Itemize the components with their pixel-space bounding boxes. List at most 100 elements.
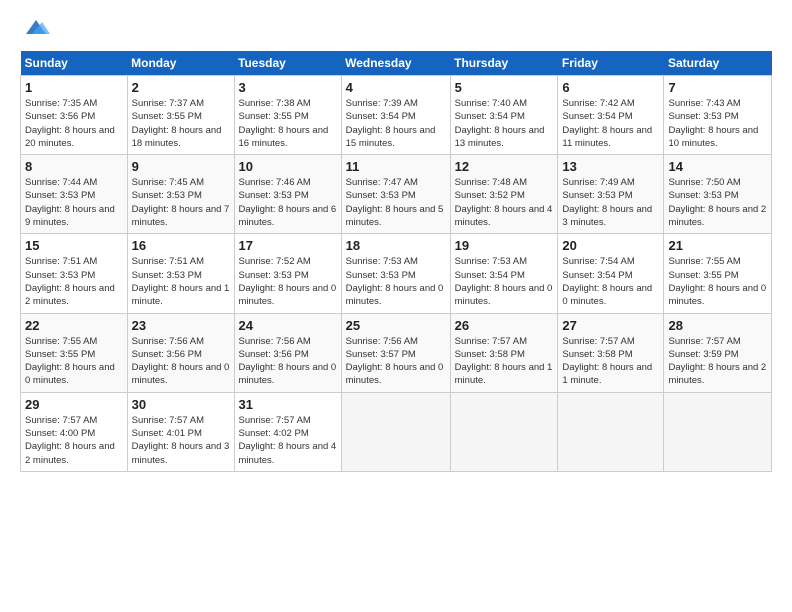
day-info: Sunrise: 7:43 AMSunset: 3:53 PMDaylight:… xyxy=(668,97,767,150)
calendar-week-row: 15 Sunrise: 7:51 AMSunset: 3:53 PMDaylig… xyxy=(21,234,772,313)
day-info: Sunrise: 7:55 AMSunset: 3:55 PMDaylight:… xyxy=(668,255,767,308)
day-info: Sunrise: 7:53 AMSunset: 3:54 PMDaylight:… xyxy=(455,255,554,308)
calendar-day-cell: 27 Sunrise: 7:57 AMSunset: 3:58 PMDaylig… xyxy=(558,313,664,392)
calendar-day-cell: 21 Sunrise: 7:55 AMSunset: 3:55 PMDaylig… xyxy=(664,234,772,313)
calendar-day-cell: 5 Sunrise: 7:40 AMSunset: 3:54 PMDayligh… xyxy=(450,76,558,155)
day-info: Sunrise: 7:57 AMSunset: 4:00 PMDaylight:… xyxy=(25,414,123,467)
day-number: 16 xyxy=(132,238,230,253)
day-number: 8 xyxy=(25,159,123,174)
day-number: 31 xyxy=(239,397,337,412)
calendar-day-cell: 28 Sunrise: 7:57 AMSunset: 3:59 PMDaylig… xyxy=(664,313,772,392)
calendar-day-cell: 23 Sunrise: 7:56 AMSunset: 3:56 PMDaylig… xyxy=(127,313,234,392)
day-info: Sunrise: 7:55 AMSunset: 3:55 PMDaylight:… xyxy=(25,335,123,388)
calendar-day-cell: 29 Sunrise: 7:57 AMSunset: 4:00 PMDaylig… xyxy=(21,392,128,471)
weekday-header-cell: Thursday xyxy=(450,51,558,76)
day-info: Sunrise: 7:39 AMSunset: 3:54 PMDaylight:… xyxy=(346,97,446,150)
day-number: 6 xyxy=(562,80,659,95)
day-number: 21 xyxy=(668,238,767,253)
day-number: 11 xyxy=(346,159,446,174)
page-header xyxy=(20,16,772,43)
day-info: Sunrise: 7:51 AMSunset: 3:53 PMDaylight:… xyxy=(25,255,123,308)
calendar-table: SundayMondayTuesdayWednesdayThursdayFrid… xyxy=(20,51,772,472)
day-number: 25 xyxy=(346,318,446,333)
calendar-day-cell: 10 Sunrise: 7:46 AMSunset: 3:53 PMDaylig… xyxy=(234,155,341,234)
day-info: Sunrise: 7:40 AMSunset: 3:54 PMDaylight:… xyxy=(455,97,554,150)
day-info: Sunrise: 7:56 AMSunset: 3:56 PMDaylight:… xyxy=(132,335,230,388)
calendar-day-cell xyxy=(558,392,664,471)
weekday-header-cell: Friday xyxy=(558,51,664,76)
calendar-day-cell xyxy=(450,392,558,471)
day-info: Sunrise: 7:57 AMSunset: 4:01 PMDaylight:… xyxy=(132,414,230,467)
calendar-week-row: 1 Sunrise: 7:35 AMSunset: 3:56 PMDayligh… xyxy=(21,76,772,155)
logo-icon xyxy=(22,16,50,38)
calendar-day-cell: 13 Sunrise: 7:49 AMSunset: 3:53 PMDaylig… xyxy=(558,155,664,234)
day-info: Sunrise: 7:35 AMSunset: 3:56 PMDaylight:… xyxy=(25,97,123,150)
day-number: 19 xyxy=(455,238,554,253)
calendar-day-cell: 17 Sunrise: 7:52 AMSunset: 3:53 PMDaylig… xyxy=(234,234,341,313)
calendar-day-cell: 15 Sunrise: 7:51 AMSunset: 3:53 PMDaylig… xyxy=(21,234,128,313)
day-number: 12 xyxy=(455,159,554,174)
weekday-header-cell: Saturday xyxy=(664,51,772,76)
day-info: Sunrise: 7:54 AMSunset: 3:54 PMDaylight:… xyxy=(562,255,659,308)
calendar-day-cell: 24 Sunrise: 7:56 AMSunset: 3:56 PMDaylig… xyxy=(234,313,341,392)
day-number: 28 xyxy=(668,318,767,333)
day-number: 10 xyxy=(239,159,337,174)
calendar-week-row: 22 Sunrise: 7:55 AMSunset: 3:55 PMDaylig… xyxy=(21,313,772,392)
calendar-day-cell: 19 Sunrise: 7:53 AMSunset: 3:54 PMDaylig… xyxy=(450,234,558,313)
day-info: Sunrise: 7:57 AMSunset: 4:02 PMDaylight:… xyxy=(239,414,337,467)
day-number: 7 xyxy=(668,80,767,95)
day-info: Sunrise: 7:57 AMSunset: 3:58 PMDaylight:… xyxy=(562,335,659,388)
day-info: Sunrise: 7:57 AMSunset: 3:58 PMDaylight:… xyxy=(455,335,554,388)
weekday-header-cell: Wednesday xyxy=(341,51,450,76)
day-info: Sunrise: 7:48 AMSunset: 3:52 PMDaylight:… xyxy=(455,176,554,229)
day-number: 13 xyxy=(562,159,659,174)
calendar-day-cell: 25 Sunrise: 7:56 AMSunset: 3:57 PMDaylig… xyxy=(341,313,450,392)
day-info: Sunrise: 7:46 AMSunset: 3:53 PMDaylight:… xyxy=(239,176,337,229)
calendar-day-cell: 6 Sunrise: 7:42 AMSunset: 3:54 PMDayligh… xyxy=(558,76,664,155)
calendar-day-cell xyxy=(664,392,772,471)
day-info: Sunrise: 7:50 AMSunset: 3:53 PMDaylight:… xyxy=(668,176,767,229)
calendar-day-cell: 2 Sunrise: 7:37 AMSunset: 3:55 PMDayligh… xyxy=(127,76,234,155)
day-number: 27 xyxy=(562,318,659,333)
day-number: 9 xyxy=(132,159,230,174)
day-info: Sunrise: 7:49 AMSunset: 3:53 PMDaylight:… xyxy=(562,176,659,229)
weekday-header-cell: Sunday xyxy=(21,51,128,76)
day-info: Sunrise: 7:47 AMSunset: 3:53 PMDaylight:… xyxy=(346,176,446,229)
day-info: Sunrise: 7:52 AMSunset: 3:53 PMDaylight:… xyxy=(239,255,337,308)
day-info: Sunrise: 7:37 AMSunset: 3:55 PMDaylight:… xyxy=(132,97,230,150)
calendar-day-cell: 3 Sunrise: 7:38 AMSunset: 3:55 PMDayligh… xyxy=(234,76,341,155)
calendar-day-cell: 1 Sunrise: 7:35 AMSunset: 3:56 PMDayligh… xyxy=(21,76,128,155)
day-number: 22 xyxy=(25,318,123,333)
day-number: 29 xyxy=(25,397,123,412)
day-number: 14 xyxy=(668,159,767,174)
calendar-week-row: 8 Sunrise: 7:44 AMSunset: 3:53 PMDayligh… xyxy=(21,155,772,234)
day-number: 23 xyxy=(132,318,230,333)
calendar-day-cell: 14 Sunrise: 7:50 AMSunset: 3:53 PMDaylig… xyxy=(664,155,772,234)
logo xyxy=(20,16,52,43)
calendar-day-cell: 4 Sunrise: 7:39 AMSunset: 3:54 PMDayligh… xyxy=(341,76,450,155)
day-number: 1 xyxy=(25,80,123,95)
day-info: Sunrise: 7:44 AMSunset: 3:53 PMDaylight:… xyxy=(25,176,123,229)
weekday-header-row: SundayMondayTuesdayWednesdayThursdayFrid… xyxy=(21,51,772,76)
calendar-body: 1 Sunrise: 7:35 AMSunset: 3:56 PMDayligh… xyxy=(21,76,772,472)
calendar-day-cell: 30 Sunrise: 7:57 AMSunset: 4:01 PMDaylig… xyxy=(127,392,234,471)
day-info: Sunrise: 7:45 AMSunset: 3:53 PMDaylight:… xyxy=(132,176,230,229)
day-info: Sunrise: 7:57 AMSunset: 3:59 PMDaylight:… xyxy=(668,335,767,388)
calendar-day-cell: 26 Sunrise: 7:57 AMSunset: 3:58 PMDaylig… xyxy=(450,313,558,392)
day-number: 4 xyxy=(346,80,446,95)
day-number: 2 xyxy=(132,80,230,95)
calendar-day-cell: 31 Sunrise: 7:57 AMSunset: 4:02 PMDaylig… xyxy=(234,392,341,471)
calendar-day-cell: 9 Sunrise: 7:45 AMSunset: 3:53 PMDayligh… xyxy=(127,155,234,234)
day-info: Sunrise: 7:56 AMSunset: 3:56 PMDaylight:… xyxy=(239,335,337,388)
day-number: 3 xyxy=(239,80,337,95)
calendar-day-cell xyxy=(341,392,450,471)
day-number: 20 xyxy=(562,238,659,253)
calendar-day-cell: 8 Sunrise: 7:44 AMSunset: 3:53 PMDayligh… xyxy=(21,155,128,234)
day-number: 26 xyxy=(455,318,554,333)
day-number: 5 xyxy=(455,80,554,95)
day-number: 17 xyxy=(239,238,337,253)
day-number: 15 xyxy=(25,238,123,253)
day-number: 18 xyxy=(346,238,446,253)
day-info: Sunrise: 7:53 AMSunset: 3:53 PMDaylight:… xyxy=(346,255,446,308)
weekday-header-cell: Monday xyxy=(127,51,234,76)
